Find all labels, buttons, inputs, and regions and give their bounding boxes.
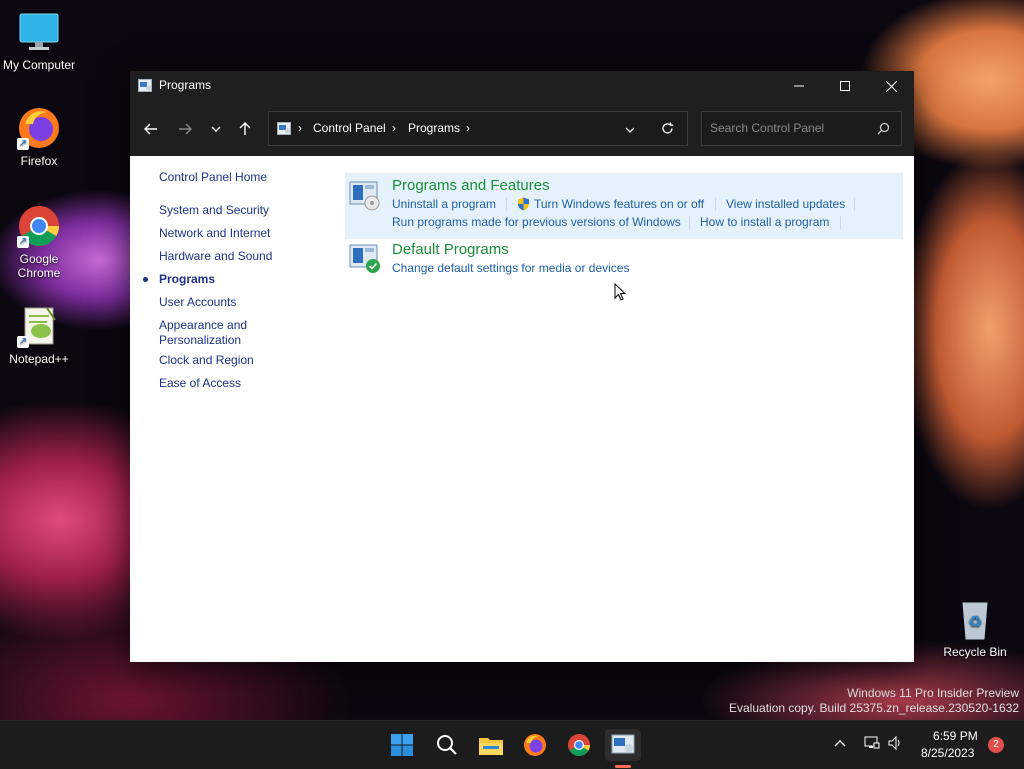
desktop-icon-notepadpp[interactable]: ↗ Notepad++ (1, 304, 77, 366)
taskbar-search-button[interactable] (431, 729, 463, 761)
taskbar-chrome[interactable] (563, 729, 595, 761)
category-default-programs[interactable]: Default Programs Change default settings… (345, 241, 903, 281)
monitor-icon (17, 10, 61, 54)
notification-badge[interactable]: 2 (988, 737, 1004, 753)
show-hidden-icons-button[interactable] (834, 737, 846, 751)
taskbar-firefox[interactable] (519, 729, 551, 761)
sidebar-item-ease-of-access[interactable]: Ease of Access (159, 376, 241, 391)
sidebar-item-programs[interactable]: Programs (159, 272, 215, 287)
chrome-icon (568, 734, 590, 756)
watermark-line-2: Evaluation copy. Build 25375.zn_release.… (729, 701, 1019, 715)
mouse-cursor-icon (614, 282, 627, 306)
minimize-button[interactable] (776, 71, 822, 101)
clock-time[interactable]: 6:59 PM (933, 729, 978, 743)
volume-icon[interactable] (887, 735, 903, 754)
back-button[interactable] (139, 117, 163, 141)
sidebar-item-user-accounts[interactable]: User Accounts (159, 295, 236, 310)
taskbar-file-explorer[interactable] (475, 729, 507, 761)
link-separator (840, 216, 841, 229)
desktop-icon-firefox[interactable]: ↗ Firefox (1, 106, 77, 168)
control-panel-icon (277, 122, 291, 140)
desktop-icon-label: Notepad++ (9, 352, 69, 366)
link-separator (689, 216, 690, 229)
file-explorer-icon (479, 738, 503, 755)
link-separator (854, 198, 855, 211)
sidebar-item-system-security[interactable]: System and Security (159, 203, 269, 218)
taskbar-control-panel[interactable] (605, 729, 641, 761)
sidebar-item-clock-region[interactable]: Clock and Region (159, 353, 254, 368)
svg-text:♻: ♻ (968, 612, 982, 631)
programs-features-icon (349, 181, 381, 211)
chevron-up-icon (834, 740, 846, 747)
link-separator (506, 198, 507, 211)
desktop-icon-label: Firefox (20, 154, 58, 168)
category-title[interactable]: Programs and Features (392, 177, 550, 194)
default-programs-icon (349, 244, 381, 274)
navigation-bar: › Control Panel › Programs › Search Cont… (130, 101, 914, 156)
breadcrumb-separator-icon[interactable]: › (298, 121, 302, 135)
forward-button[interactable] (173, 117, 197, 141)
active-bullet-icon (143, 277, 148, 282)
desktop-icon-label: Recycle Bin (943, 645, 1007, 659)
desktop-icon-my-computer[interactable]: My Computer (1, 10, 77, 72)
link-installed-updates[interactable]: View installed updates (726, 197, 845, 211)
recent-locations-button[interactable] (204, 117, 228, 141)
control-panel-icon (138, 79, 152, 92)
taskbar: 6:59 PM 8/25/2023 2 (0, 720, 1024, 769)
link-windows-features[interactable]: Turn Windows features on or off (534, 197, 704, 211)
link-previous-versions[interactable]: Run programs made for previous versions … (392, 215, 681, 229)
clock-date[interactable]: 8/25/2023 (921, 746, 974, 760)
control-panel-window: Programs › Control Panel › Programs › Se… (130, 71, 914, 662)
recycle-bin-icon: ♻ (953, 597, 997, 641)
shortcut-arrow-icon: ↗ (17, 236, 29, 248)
link-how-to-install[interactable]: How to install a program (700, 215, 829, 229)
breadcrumb-programs[interactable]: Programs (408, 121, 460, 135)
sidebar-item-control-panel-home[interactable]: Control Panel Home (159, 170, 267, 185)
desktop-icon-label: My Computer (2, 58, 76, 72)
link-uninstall-program[interactable]: Uninstall a program (392, 197, 496, 211)
search-box[interactable]: Search Control Panel (701, 111, 902, 146)
breadcrumb-separator-icon[interactable]: › (392, 121, 396, 135)
refresh-icon[interactable] (661, 122, 674, 140)
shield-icon (517, 197, 530, 216)
sidebar-item-hardware-sound[interactable]: Hardware and Sound (159, 249, 272, 264)
notepadpp-icon: ↗ (17, 304, 61, 348)
title-bar[interactable]: Programs (130, 71, 914, 101)
address-bar[interactable]: › Control Panel › Programs › (268, 111, 688, 146)
sidebar-item-appearance[interactable]: Appearance and Personalization (159, 318, 269, 348)
desktop-icon-chrome[interactable]: ↗ Google Chrome (1, 204, 77, 280)
maximize-button[interactable] (822, 71, 868, 101)
category-title[interactable]: Default Programs (392, 241, 509, 258)
desktop-icon-recycle-bin[interactable]: ♻ Recycle Bin (937, 597, 1013, 659)
content-area: Control Panel Home System and Security N… (130, 156, 914, 662)
close-button[interactable] (868, 71, 914, 101)
link-change-defaults[interactable]: Change default settings for media or dev… (392, 261, 629, 275)
control-panel-icon (611, 734, 635, 754)
network-icon[interactable] (864, 735, 880, 754)
window-title: Programs (159, 78, 212, 92)
up-button[interactable] (233, 117, 257, 141)
start-button[interactable] (386, 729, 418, 761)
breadcrumb-control-panel[interactable]: Control Panel (313, 121, 386, 135)
search-icon[interactable] (877, 122, 890, 140)
link-separator (715, 198, 716, 211)
watermark-line-1: Windows 11 Pro Insider Preview (847, 686, 1019, 700)
search-icon (437, 735, 457, 755)
shortcut-arrow-icon: ↗ (17, 336, 29, 348)
desktop-icon-label: Google Chrome (17, 252, 61, 280)
shortcut-arrow-icon: ↗ (17, 138, 29, 150)
address-dropdown-icon[interactable] (624, 123, 636, 141)
breadcrumb-separator-icon[interactable]: › (466, 121, 470, 135)
firefox-icon (524, 734, 546, 756)
sidebar-item-network-internet[interactable]: Network and Internet (159, 226, 270, 241)
start-icon (391, 734, 413, 756)
category-programs-features[interactable]: Programs and Features Uninstall a progra… (345, 173, 903, 239)
firefox-icon: ↗ (17, 106, 61, 150)
search-placeholder: Search Control Panel (710, 121, 825, 135)
chrome-icon: ↗ (17, 204, 61, 248)
